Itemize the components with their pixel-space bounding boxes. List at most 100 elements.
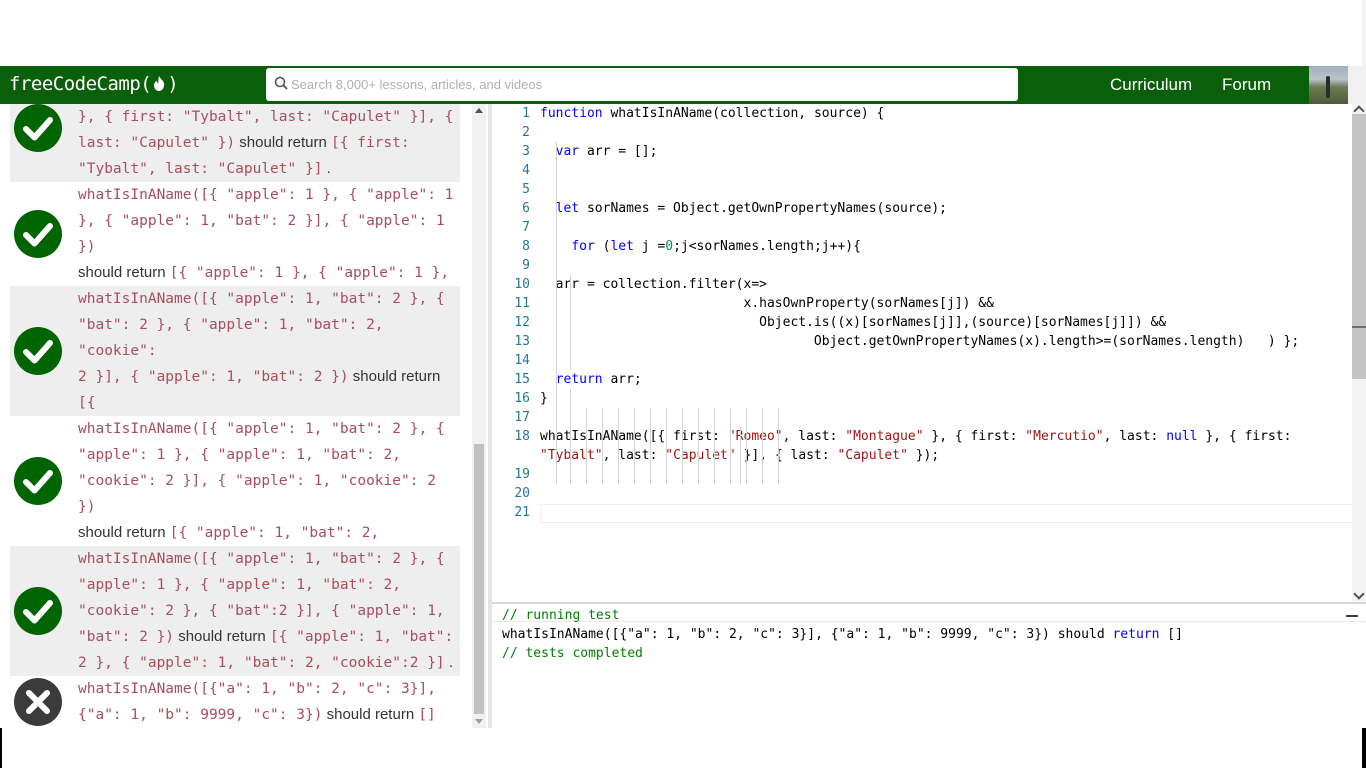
tests-panel: }, { first: "Tybalt", last: "Capulet" }]…: [0, 104, 472, 728]
test-call-code: }, { first: "Tybalt", last: "Capulet" }]…: [78, 109, 454, 125]
line-number: 4: [522, 163, 530, 178]
console-line: whatIsInAName([{"a": 1, "b": 2, "c": 3}]…: [502, 625, 1183, 644]
test-should-return-text: should return: [235, 134, 332, 151]
test-call-code: 2 }], { "apple": 1, "bat": 2 }): [78, 369, 349, 385]
test-should-return-text: should return: [322, 706, 419, 723]
brand-text-prefix: freeCodeCamp(: [9, 73, 152, 95]
scroll-up-arrow-icon[interactable]: [475, 108, 483, 113]
output-console: // running test whatIsInAName([{"a": 1, "…: [492, 602, 1366, 728]
avatar[interactable]: [1309, 66, 1348, 104]
editor-scroll-down-icon[interactable]: [1353, 588, 1365, 600]
line-number: 3: [522, 144, 530, 159]
indent-guide: [556, 142, 557, 484]
editor-scrollbar-thumb[interactable]: [1352, 114, 1366, 379]
indent-guide: [650, 408, 651, 484]
test-description: whatIsInAName([{ "apple": 1, "bat": 2 },…: [78, 286, 460, 416]
code-line: function whatIsInAName(collection, sourc…: [540, 104, 884, 123]
code-line: arr = collection.filter(x=>: [540, 275, 767, 294]
test-call-code: whatIsInAName([{ "apple": 1, "bat": 2 },…: [78, 551, 445, 567]
code-token: Object.is((x)[sorNames[j]],(source)[sorN…: [540, 315, 1167, 330]
line-number: 9: [522, 258, 530, 273]
indent-guide: [740, 427, 741, 484]
test-row: whatIsInAName([{"a": 1, "b": 2, "c": 3}]…: [10, 676, 460, 728]
code-token: "Montague": [845, 429, 924, 444]
code-line: let sorNames = Object.getOwnPropertyName…: [540, 199, 947, 218]
line-number: [492, 446, 530, 465]
indent-guide: [586, 408, 587, 484]
test-passed-check-icon: [14, 104, 62, 152]
code-editor[interactable]: 1 function whatIsInAName(collection, sour…: [492, 104, 1365, 602]
screen-edge-right: [1362, 728, 1366, 768]
indent-guide: [730, 408, 731, 484]
test-passed-check-icon: [14, 210, 62, 258]
code-token: x.hasOwnProperty(sorNames[j]) &&: [540, 296, 994, 311]
code-line: for (let j =0;j<sorNames.length;j++){: [540, 237, 861, 256]
indent-guide: [778, 408, 779, 484]
line-number: 14: [514, 353, 530, 368]
code-token: }, { first:: [923, 429, 1026, 444]
test-expected-code: [{: [78, 395, 96, 411]
line-number: 2: [522, 125, 530, 140]
indent-guide: [634, 408, 635, 484]
indent-guide: [698, 408, 699, 484]
test-expected-code: "Tybalt", last: "Capulet" }]: [78, 161, 323, 177]
test-expected-code: []: [418, 707, 436, 723]
console-token: whatIsInAName([{"a": 1, "b": 2, "c": 3}]…: [502, 627, 1113, 642]
tests-scrollbar[interactable]: [472, 104, 486, 728]
code-line: x.hasOwnProperty(sorNames[j]) &&: [540, 294, 994, 313]
brand-text-suffix: ): [167, 73, 179, 95]
code-token: j =: [633, 239, 666, 254]
code-token: sorNames = Object.getOwnPropertyNames(so…: [579, 201, 947, 216]
test-call-code: "bat": 2 }): [78, 629, 175, 645]
bottom-blank-area: [0, 728, 1366, 768]
screen-edge-left: [0, 728, 2, 768]
console-collapse-icon[interactable]: [1346, 615, 1358, 617]
search-placeholder: Search 8,000+ lessons, articles, and vid…: [291, 77, 543, 92]
navbar: freeCodeCamp() Search 8,000+ lessons, ar…: [0, 66, 1366, 104]
console-token: // running test: [502, 608, 620, 623]
code-token: arr = [];: [579, 144, 658, 159]
tests-scrollbar-thumb[interactable]: [474, 444, 484, 714]
code-token: });: [907, 448, 940, 463]
test-call-code: last: "Capulet" }): [78, 135, 236, 151]
test-should-return-text: should return: [348, 368, 441, 385]
indent-guide: [746, 408, 747, 484]
brand-logo[interactable]: freeCodeCamp(): [9, 73, 179, 97]
code-token: 0: [665, 239, 674, 254]
console-token: []: [1159, 627, 1183, 642]
editor-scrollbar[interactable]: [1352, 104, 1366, 602]
code-token: "Tybalt": [540, 448, 603, 463]
page-scrollbar-top: [1362, 0, 1366, 66]
test-description: }, { first: "Tybalt", last: "Capulet" }]…: [78, 104, 460, 182]
line-number: 18: [514, 429, 530, 444]
scroll-down-arrow-icon[interactable]: [475, 719, 483, 724]
line-number: 11: [514, 296, 530, 311]
line-number: 12: [514, 315, 530, 330]
indent-guide: [682, 408, 683, 484]
test-call-code: "cookie": 2 }], { "apple": 1, "cookie": …: [78, 473, 436, 515]
test-expected-code: [{ "apple": 1, "bat": 2,: [169, 525, 380, 541]
code-token: var: [555, 144, 580, 159]
test-description: whatIsInAName([{ "apple": 1 }, { "apple"…: [78, 182, 460, 286]
line-number: 21: [514, 505, 530, 520]
code-token: Object.getOwnPropertyNames(x).length>=(s…: [540, 334, 1300, 349]
test-should-return-text: should return: [78, 524, 170, 541]
browser-blank-area: [0, 0, 1366, 66]
navbar-scroll-gutter: [1348, 66, 1366, 104]
nav-link-forum[interactable]: Forum: [1222, 75, 1271, 95]
nav-link-curriculum[interactable]: Curriculum: [1110, 75, 1192, 95]
search-bar[interactable]: Search 8,000+ lessons, articles, and vid…: [266, 68, 1018, 101]
test-call-code: whatIsInAName([{"a": 1, "b": 2, "c": 3}]…: [78, 681, 436, 697]
line-number: 17: [514, 410, 530, 425]
line-number: 16: [514, 391, 530, 406]
test-call-code: whatIsInAName([{ "apple": 1, "bat": 2 },…: [78, 291, 445, 307]
test-description: whatIsInAName([{ "apple": 1, "bat": 2 },…: [78, 416, 460, 546]
code-token: ;j<sorNames.length;j++){: [673, 239, 861, 254]
console-token: return: [1112, 627, 1160, 642]
test-call-code: "bat": 2 }, { "apple": 1, "bat": 2, "coo…: [78, 317, 384, 359]
code-line: Object.is((x)[sorNames[j]],(source)[sorN…: [540, 313, 1166, 332]
console-token: // tests completed: [502, 646, 643, 661]
test-should-return-text: should return: [78, 264, 170, 281]
code-token: }: [540, 391, 548, 406]
